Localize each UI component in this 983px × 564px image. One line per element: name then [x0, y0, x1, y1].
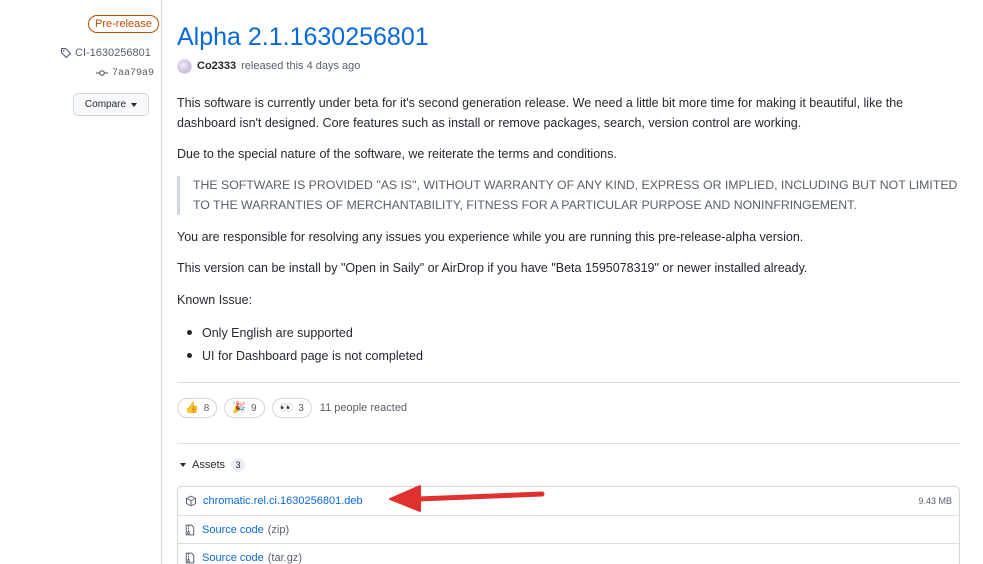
asset-name: Source code — [202, 523, 264, 536]
body-paragraph-3: You are responsible for resolving any is… — [177, 230, 804, 244]
asset-row-deb: chromatic.rel.ci.1630256801.deb 9.43 MB — [178, 487, 959, 515]
avatar[interactable] — [177, 58, 192, 74]
divider — [177, 382, 960, 383]
asset-row-targz: Source code (tar.gz) — [178, 543, 959, 564]
chevron-down-icon — [131, 102, 138, 107]
known-issue-label: Known Issue: — [177, 293, 253, 307]
chevron-down-icon — [180, 463, 186, 467]
reaction-eyes[interactable]: 👀 3 — [271, 398, 312, 418]
asset-row-zip: Source code (zip) — [178, 515, 959, 543]
compare-button[interactable]: Compare — [73, 93, 149, 116]
reaction-count: 9 — [250, 402, 257, 414]
known-issues-list: Only English are supported UI for Dashbo… — [177, 322, 423, 367]
released-text: released this 4 days ago — [241, 60, 361, 72]
divider — [177, 443, 960, 444]
thumbs-up-icon: 👍 — [185, 401, 199, 414]
reaction-thumbs-up[interactable]: 👍 8 — [177, 398, 218, 418]
body-paragraph-2: Due to the special nature of the softwar… — [177, 147, 617, 161]
asset-download-link[interactable]: chromatic.rel.ci.1630256801.deb — [203, 495, 363, 507]
license-quote: THE SOFTWARE IS PROVIDED "AS IS", WITHOU… — [177, 176, 960, 215]
list-item: UI for Dashboard page is not completed — [177, 345, 423, 368]
file-zip-icon — [185, 552, 195, 563]
asset-format: (tar.gz) — [267, 551, 302, 564]
asset-format: (zip) — [267, 523, 290, 536]
eyes-icon: 👀 — [279, 401, 294, 414]
assets-label: Assets — [192, 459, 226, 471]
author-name[interactable]: Co2333 — [197, 60, 236, 72]
list-item: Only English are supported — [177, 322, 423, 345]
body-paragraph-1: This software is currently under beta fo… — [177, 96, 904, 130]
reaction-hooray[interactable]: 🎉 9 — [224, 398, 265, 418]
release-main: Alpha 2.1.1630256801 Co2333 released thi… — [177, 0, 960, 564]
reactions-bar: 👍 8 🎉 9 👀 3 11 people reacted — [177, 398, 407, 418]
source-code-zip-link[interactable]: Source code (zip) — [202, 524, 289, 536]
file-zip-icon — [185, 524, 195, 535]
asset-name: Source code — [202, 551, 264, 564]
body-paragraph-4: This version can be install by "Open in … — [177, 261, 808, 275]
release-title[interactable]: Alpha 2.1.1630256801 — [177, 20, 429, 54]
release-author-row: Co2333 released this 4 days ago — [177, 58, 360, 74]
package-icon — [186, 495, 196, 507]
assets-count-badge: 3 — [231, 458, 246, 472]
reaction-count: 8 — [203, 402, 210, 414]
reactions-summary[interactable]: 11 people reacted — [320, 402, 407, 414]
commit-link[interactable]: 7aa79a9 — [96, 67, 154, 79]
git-commit-icon — [96, 70, 108, 76]
asset-size: 9.43 MB — [918, 496, 952, 506]
source-code-targz-link[interactable]: Source code (tar.gz) — [202, 552, 302, 564]
reaction-count: 3 — [298, 402, 304, 414]
assets-list: chromatic.rel.ci.1630256801.deb 9.43 MB … — [177, 486, 960, 564]
compare-label: Compare — [84, 99, 127, 110]
hooray-icon: 🎉 — [232, 401, 246, 414]
assets-toggle[interactable]: Assets 3 — [177, 457, 246, 473]
commit-sha: 7aa79a9 — [112, 67, 155, 79]
tag-name: CI-1630256801 — [75, 47, 151, 59]
pre-release-badge: Pre-release — [88, 15, 159, 33]
release-sidebar: Pre-release CI-1630256801 7aa79a9 Compar… — [0, 0, 162, 564]
tag-link[interactable]: CI-1630256801 — [60, 46, 151, 60]
tag-icon — [60, 47, 72, 59]
